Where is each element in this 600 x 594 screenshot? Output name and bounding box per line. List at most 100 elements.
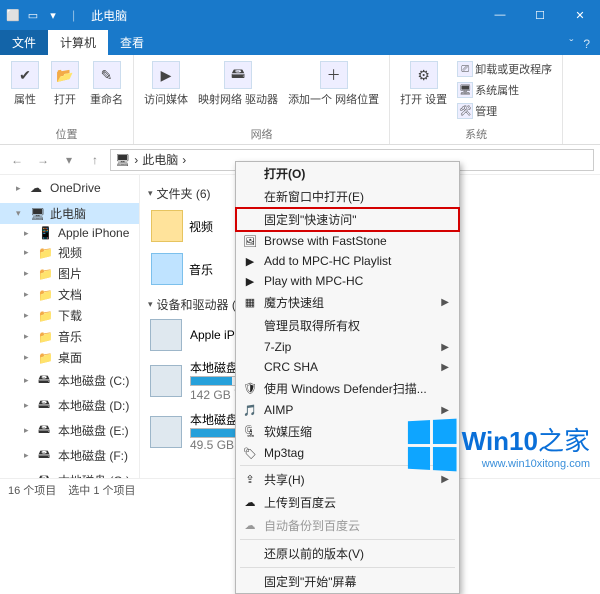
ctx-open-new-window[interactable]: 在新窗口中打开(E): [236, 185, 459, 208]
help-icon[interactable]: ?: [583, 37, 590, 51]
sidebar-item-disk-d[interactable]: ▸🖴本地磁盘 (D:): [8, 393, 139, 418]
uninstall-button[interactable]: ⎚卸载或更改程序: [453, 59, 556, 79]
phone-icon: [150, 319, 182, 351]
ctx-magic-group[interactable]: ▦魔方快速组▶: [236, 291, 459, 314]
mpc-icon: ▶: [242, 253, 258, 269]
ribbon: ✔属性 📂打开 ✎重命名 位置 ▶访问媒体 🖴映射网络 驱动器 ＋添加一个 网络…: [0, 55, 600, 145]
title-bar: ⬜ ▭ ▾ | 此电脑 ― ☐ ✕: [0, 0, 600, 30]
grid-icon: ▦: [242, 295, 258, 311]
sidebar-item-iphone[interactable]: ▸📱Apple iPhone: [8, 224, 139, 242]
faststone-icon: 🖼: [242, 233, 258, 249]
submenu-arrow-icon: ▶: [441, 362, 449, 373]
compress-icon: 🗜: [242, 424, 258, 440]
shield-icon: 🛡: [242, 381, 258, 397]
pc-icon: 🖥: [30, 207, 46, 221]
ctx-7zip[interactable]: 7-Zip▶: [236, 337, 459, 357]
sysprops-button[interactable]: 🖥系统属性: [453, 80, 556, 100]
ctx-compress[interactable]: 🗜软媒压缩▶: [236, 420, 459, 443]
tab-file[interactable]: 文件: [0, 30, 48, 55]
ctx-mpc-playlist[interactable]: ▶Add to MPC-HC Playlist: [236, 251, 459, 271]
submenu-arrow-icon: ▶: [441, 297, 449, 308]
up-button[interactable]: ↑: [84, 149, 106, 171]
sidebar-item-disk-c[interactable]: ▸🖴本地磁盘 (C:): [8, 368, 139, 393]
status-selected: 选中 1 个项目: [68, 482, 135, 498]
minimize-button[interactable]: ―: [480, 0, 520, 30]
rename-button[interactable]: ✎重命名: [86, 59, 127, 124]
ctx-open[interactable]: 打开(O): [236, 162, 459, 185]
qat-icon[interactable]: ▭: [24, 6, 42, 24]
ctx-separator: [240, 567, 455, 568]
tab-view[interactable]: 查看: [108, 30, 156, 55]
sidebar-item-thispc[interactable]: ▾🖥此电脑: [0, 203, 139, 224]
group-network-label: 网络: [140, 124, 383, 142]
rename-icon: ✎: [93, 61, 121, 89]
ctx-separator: [240, 539, 455, 540]
sidebar-item-desktop[interactable]: ▸📁桌面: [8, 347, 139, 368]
sidebar-item-onedrive[interactable]: ▸☁OneDrive: [0, 179, 139, 197]
sidebar-item-disk-f[interactable]: ▸🖴本地磁盘 (F:): [8, 443, 139, 468]
access-media-button[interactable]: ▶访问媒体: [140, 59, 192, 124]
sidebar-item-documents[interactable]: ▸📁文档: [8, 284, 139, 305]
ctx-aimp[interactable]: 🎵AIMP▶: [236, 400, 459, 420]
sidebar-item-downloads[interactable]: ▸📁下载: [8, 305, 139, 326]
manage-button[interactable]: 🛠管理: [453, 101, 556, 121]
sidebar-item-disk-g[interactable]: ▸🖴本地磁盘 (G:): [8, 468, 139, 478]
ctx-pin-start[interactable]: 固定到"开始"屏幕: [236, 570, 459, 593]
submenu-arrow-icon: ▶: [441, 405, 449, 416]
group-system-label: 系统: [396, 124, 556, 142]
sidebar-item-pictures[interactable]: ▸📁图片: [8, 263, 139, 284]
sidebar-item-disk-e[interactable]: ▸🖴本地磁盘 (E:): [8, 418, 139, 443]
properties-button[interactable]: ✔属性: [6, 59, 44, 124]
qat-dropdown-icon[interactable]: ▾: [44, 6, 62, 24]
sidebar-item-music[interactable]: ▸📁音乐: [8, 326, 139, 347]
ctx-restore-version[interactable]: 还原以前的版本(V): [236, 542, 459, 565]
baidu-icon: ☁: [242, 518, 258, 534]
back-button[interactable]: ←: [6, 149, 28, 171]
ctx-faststone[interactable]: 🖼Browse with FastStone: [236, 231, 459, 251]
add-network-icon: ＋: [320, 61, 348, 89]
window-title: 此电脑: [91, 7, 127, 24]
close-button[interactable]: ✕: [560, 0, 600, 30]
uninstall-icon: ⎚: [457, 61, 473, 77]
ctx-take-ownership[interactable]: 管理员取得所有权: [236, 314, 459, 337]
navigation-pane: ▸☁OneDrive ▾🖥此电脑 ▸📱Apple iPhone ▸📁视频 ▸📁图…: [0, 175, 140, 478]
drive-icon: [150, 365, 182, 397]
open-button[interactable]: 📂打开: [46, 59, 84, 124]
manage-icon: 🛠: [457, 103, 473, 119]
cloud-icon: ☁: [30, 181, 46, 195]
drive-icon: [150, 416, 182, 448]
ctx-crc[interactable]: CRC SHA▶: [236, 357, 459, 377]
baidu-icon: ☁: [242, 495, 258, 511]
ctx-pin-quick-access[interactable]: 固定到"快速访问": [236, 208, 459, 231]
context-menu: 打开(O) 在新窗口中打开(E) 固定到"快速访问" 🖼Browse with …: [235, 161, 460, 594]
add-network-button[interactable]: ＋添加一个 网络位置: [284, 59, 383, 124]
sidebar-item-video[interactable]: ▸📁视频: [8, 242, 139, 263]
recent-dropdown[interactable]: ▾: [58, 149, 80, 171]
media-icon: ▶: [152, 61, 180, 89]
properties-icon: ✔: [11, 61, 39, 89]
aimp-icon: 🎵: [242, 402, 258, 418]
ribbon-tabs: 文件 计算机 查看 ˇ?: [0, 30, 600, 55]
ctx-baidu-auto[interactable]: ☁自动备份到百度云: [236, 514, 459, 537]
ribbon-collapse-icon[interactable]: ˇ: [569, 37, 573, 51]
ctx-share[interactable]: ⇪共享(H)▶: [236, 468, 459, 491]
sysprops-icon: 🖥: [457, 82, 473, 98]
ctx-defender[interactable]: 🛡使用 Windows Defender扫描...: [236, 377, 459, 400]
settings-icon: ⚙: [410, 61, 438, 89]
open-settings-button[interactable]: ⚙打开 设置: [396, 59, 451, 124]
ctx-mp3tag[interactable]: 🏷Mp3tag: [236, 443, 459, 463]
tab-computer[interactable]: 计算机: [48, 30, 108, 55]
pc-icon: 🖥: [115, 153, 130, 167]
ctx-baidu-upload[interactable]: ☁上传到百度云: [236, 491, 459, 514]
map-drive-button[interactable]: 🖴映射网络 驱动器: [194, 59, 282, 124]
system-menu-icon[interactable]: ⬜: [4, 6, 22, 24]
mp3tag-icon: 🏷: [242, 445, 258, 461]
crumb-root[interactable]: 此电脑: [142, 151, 178, 168]
status-count: 16 个项目: [8, 482, 56, 498]
forward-button[interactable]: →: [32, 149, 54, 171]
open-icon: 📂: [51, 61, 79, 89]
submenu-arrow-icon: ▶: [441, 342, 449, 353]
maximize-button[interactable]: ☐: [520, 0, 560, 30]
mpc-icon: ▶: [242, 273, 258, 289]
ctx-mpc-play[interactable]: ▶Play with MPC-HC: [236, 271, 459, 291]
